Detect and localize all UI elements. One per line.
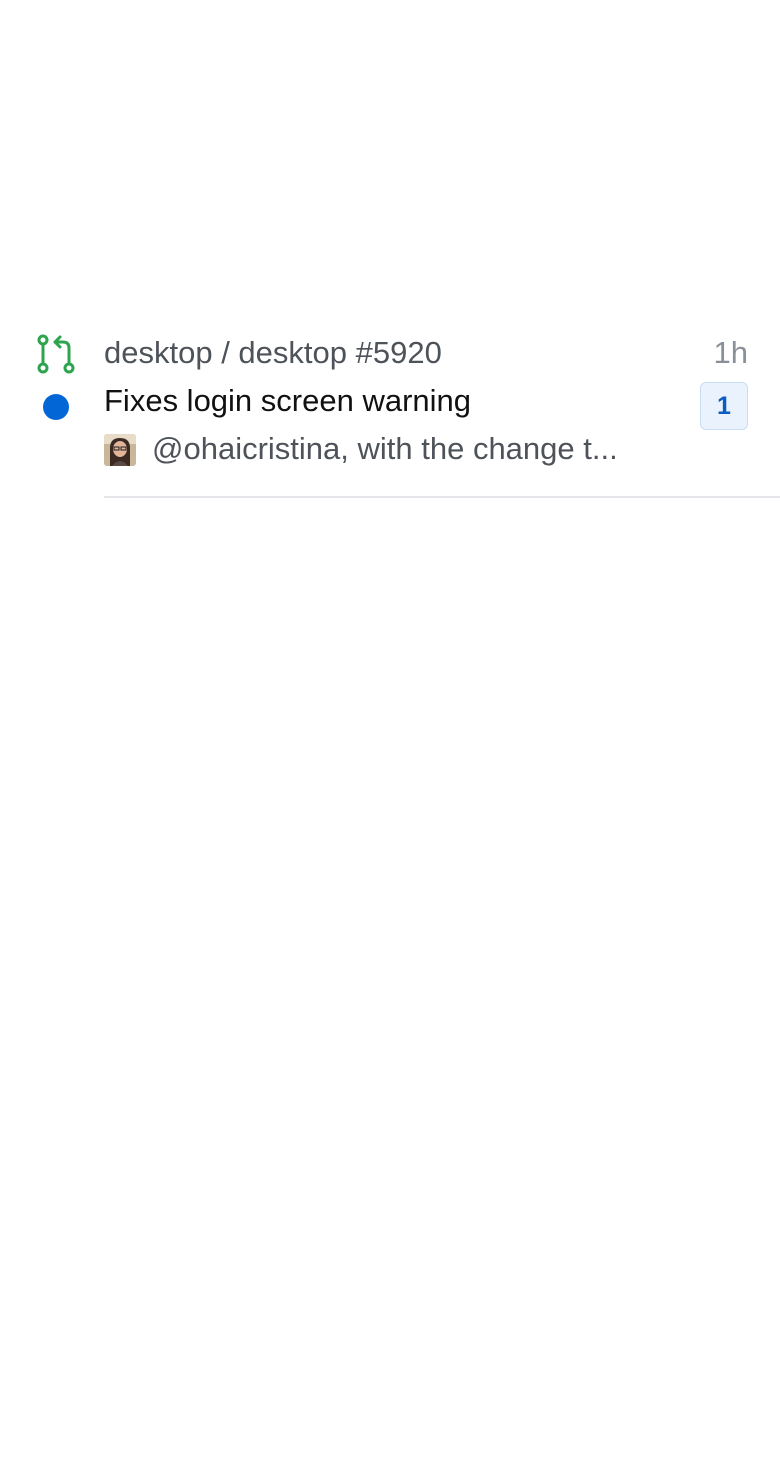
avatar [104,434,136,466]
repository-name[interactable]: desktop / desktop #5920 [104,332,442,374]
comment-preview: @ohaicristina, with the change t... [152,431,618,466]
unread-indicator [43,394,69,420]
notifications-screen: desktop / desktop #5920 1h Fixes login s… [0,0,780,1476]
comment-count-badge: 1 [700,382,748,430]
notification-row[interactable]: desktop / desktop #5920 1h Fixes login s… [0,328,780,498]
pull-request-icon [36,334,76,374]
row-divider [104,496,780,498]
notification-title[interactable]: Fixes login screen warning [104,380,471,422]
timestamp: 1h [713,335,748,370]
